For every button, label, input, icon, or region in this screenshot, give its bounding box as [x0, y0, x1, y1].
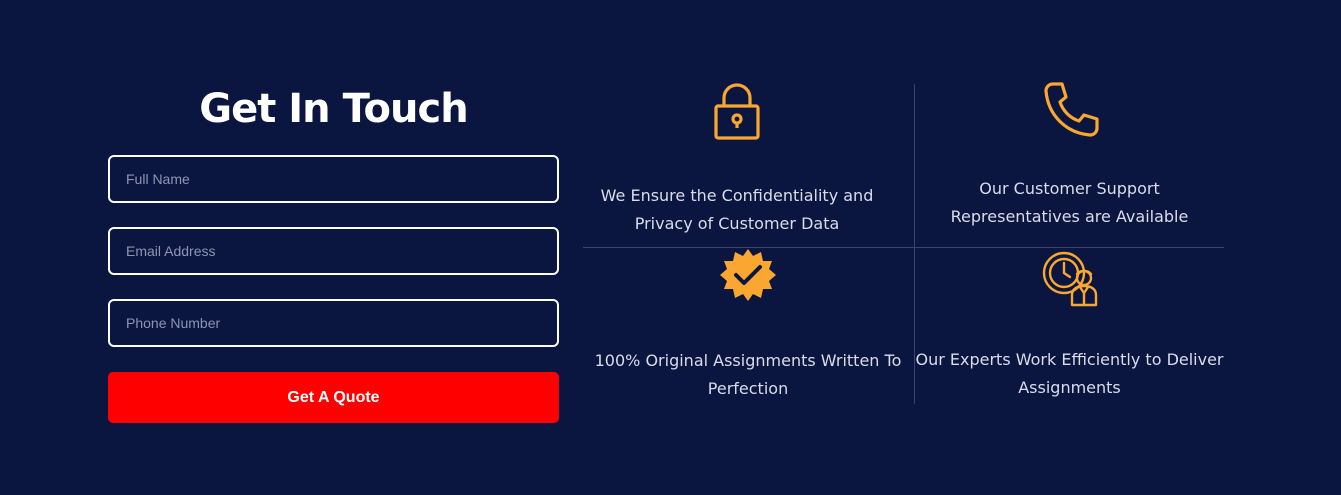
feature-text: Our Customer Support Representatives are…	[950, 179, 1189, 226]
phone-input[interactable]	[108, 299, 559, 347]
expert-clock-icon	[1040, 249, 1100, 309]
full-name-input[interactable]	[108, 155, 559, 203]
feature-text: Our Experts Work Efficiently to Deliver …	[915, 350, 1224, 397]
get-quote-button[interactable]: Get A Quote	[108, 372, 559, 423]
features-grid: We Ensure the Confidentiality and Privac…	[583, 81, 1224, 404]
phone-icon	[1040, 81, 1100, 141]
email-input[interactable]	[108, 227, 559, 275]
feature-text: 100% Original Assignments Written To Per…	[594, 351, 902, 398]
checkmark-badge-icon	[718, 247, 778, 307]
feature-text: We Ensure the Confidentiality and Privac…	[600, 186, 874, 233]
form-title: Get In Touch	[199, 86, 468, 132]
padlock-icon	[707, 81, 767, 141]
horizontal-divider	[583, 247, 1224, 248]
